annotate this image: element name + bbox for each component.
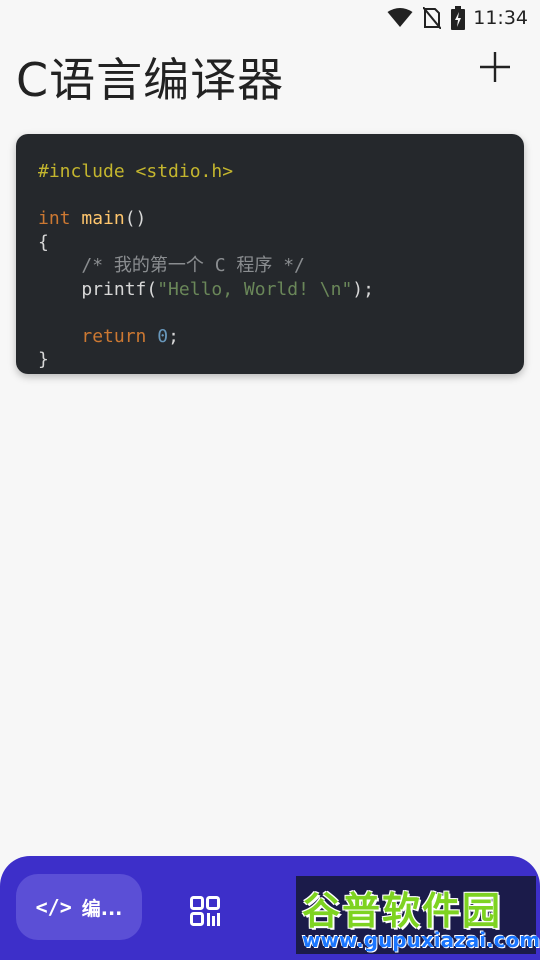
- code-token: }: [38, 349, 49, 370]
- code-line: printf("Hello, World! \n");: [38, 278, 374, 302]
- code-token: return: [81, 325, 147, 347]
- status-time: 11:34: [473, 7, 528, 29]
- status-bar: 11:34: [0, 0, 540, 36]
- code-token: printf(: [38, 278, 158, 300]
- code-line: return 0;: [38, 325, 374, 349]
- code-token: 0: [157, 325, 169, 347]
- plus-icon: [480, 52, 510, 82]
- nav-qr-tab[interactable]: [184, 890, 226, 932]
- add-button[interactable]: [474, 46, 516, 88]
- code-token: #include <stdio.h>: [38, 161, 234, 182]
- wifi-icon: [387, 8, 413, 27]
- code-content[interactable]: #include <stdio.h> int main(){ /* 我的第一个 …: [38, 160, 374, 372]
- code-token: int: [38, 208, 71, 229]
- watermark-url: www.gupuxiazai.com: [302, 928, 540, 952]
- code-line: }: [38, 348, 374, 372]
- status-icons: [387, 6, 466, 30]
- code-token: /* 我的第一个 C 程序 */: [81, 255, 305, 276]
- code-editor-card[interactable]: #include <stdio.h> int main(){ /* 我的第一个 …: [16, 134, 524, 374]
- code-line: {: [38, 231, 374, 255]
- nav-editor-label: 编...: [81, 897, 123, 920]
- qr-code-icon: [190, 896, 220, 926]
- code-token: "Hello, World! \n": [157, 278, 353, 300]
- code-line: int main(): [38, 207, 374, 231]
- page-title: C语言编译器: [16, 53, 285, 107]
- watermark: 谷普软件园 www.gupuxiazai.com: [296, 876, 540, 954]
- code-line: #include <stdio.h>: [38, 160, 374, 184]
- code-token: (): [124, 208, 147, 229]
- code-token: );: [352, 278, 374, 300]
- watermark-logo: 谷普软件园: [302, 889, 503, 933]
- battery-charging-icon: [451, 6, 466, 30]
- code-icon: </>: [35, 895, 72, 919]
- nav-editor-tab[interactable]: </> 编...: [16, 874, 142, 940]
- code-token: {: [38, 231, 49, 253]
- no-sim-icon: [423, 7, 442, 29]
- code-line: /* 我的第一个 C 程序 */: [38, 254, 374, 278]
- code-token: ;: [168, 325, 179, 347]
- code-token: main: [81, 208, 125, 229]
